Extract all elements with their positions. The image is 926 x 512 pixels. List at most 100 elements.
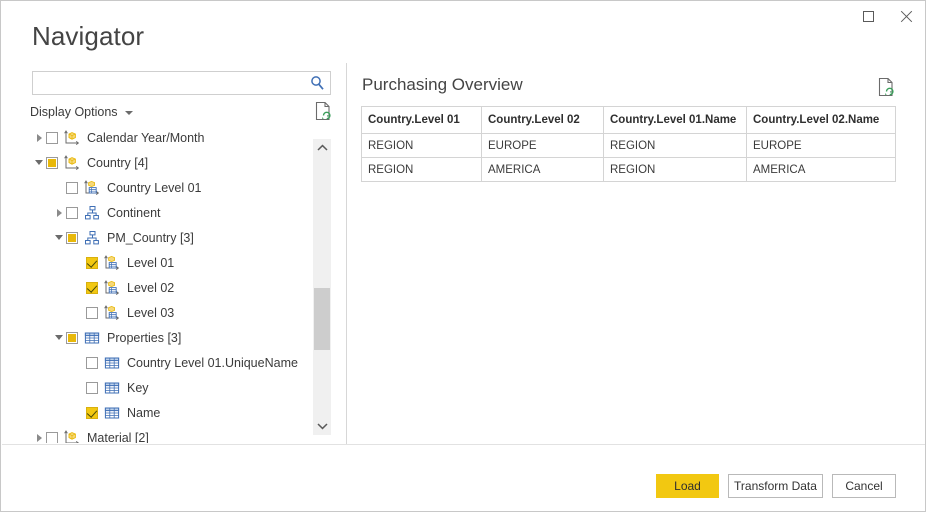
tree-item[interactable]: Calendar Year/Month bbox=[32, 125, 315, 150]
level-icon bbox=[104, 280, 120, 296]
level-icon bbox=[104, 305, 120, 321]
scroll-down-button[interactable] bbox=[313, 417, 331, 435]
tree-item-checkbox[interactable] bbox=[46, 157, 58, 169]
close-icon bbox=[900, 10, 913, 23]
page-title: Navigator bbox=[32, 21, 144, 52]
cube-icon bbox=[64, 130, 80, 146]
level-icon bbox=[104, 280, 120, 296]
tree-item-label: Properties [3] bbox=[107, 331, 181, 345]
tree-item-checkbox[interactable] bbox=[86, 307, 98, 319]
display-options-dropdown[interactable]: Display Options bbox=[30, 105, 133, 119]
scrollbar-thumb[interactable] bbox=[314, 288, 330, 350]
tree-item-checkbox[interactable] bbox=[86, 357, 98, 369]
table-cell: REGION bbox=[604, 158, 747, 182]
tree-item[interactable]: Level 02 bbox=[32, 275, 315, 300]
level-icon bbox=[104, 305, 120, 321]
tree-item-checkbox[interactable] bbox=[66, 332, 78, 344]
tree-scrollbar[interactable] bbox=[313, 139, 331, 435]
tree-item-checkbox[interactable] bbox=[86, 407, 98, 419]
expand-chevron-icon[interactable] bbox=[52, 200, 66, 225]
tree-item[interactable]: Name bbox=[32, 400, 315, 425]
tree-item-label: Continent bbox=[107, 206, 161, 220]
table-row: REGIONAMERICAREGIONAMERICA bbox=[362, 158, 896, 182]
tree-item[interactable]: Key bbox=[32, 375, 315, 400]
tree-item-label: Level 03 bbox=[127, 306, 174, 320]
expander-spacer bbox=[72, 250, 86, 275]
refresh-document-icon[interactable] bbox=[877, 77, 895, 97]
search-box[interactable] bbox=[32, 71, 331, 95]
grid-icon bbox=[104, 355, 120, 371]
maximize-button[interactable] bbox=[849, 1, 887, 31]
grid-icon bbox=[84, 330, 100, 346]
collapse-chevron-icon[interactable] bbox=[52, 225, 66, 250]
tree-item[interactable]: Continent bbox=[32, 200, 315, 225]
tree-item-checkbox[interactable] bbox=[86, 282, 98, 294]
tree-item-checkbox[interactable] bbox=[86, 382, 98, 394]
chevron-down-icon bbox=[125, 111, 133, 115]
scroll-up-button[interactable] bbox=[313, 139, 331, 157]
cube-icon bbox=[64, 155, 80, 171]
grid-icon bbox=[104, 380, 120, 396]
object-tree[interactable]: Calendar Year/MonthCountry [4] Country Le… bbox=[32, 125, 315, 443]
tree-item-checkbox[interactable] bbox=[86, 257, 98, 269]
tree-item-label: Country Level 01 bbox=[107, 181, 202, 195]
tree-item-checkbox[interactable] bbox=[66, 232, 78, 244]
tree-item[interactable]: Material [2] bbox=[32, 425, 315, 443]
grid-icon bbox=[104, 355, 120, 371]
navigator-dialog: Navigator Display Options Calendar Year/… bbox=[0, 0, 926, 512]
level-icon bbox=[84, 180, 100, 196]
collapse-chevron-icon[interactable] bbox=[52, 325, 66, 350]
tree-item[interactable]: Level 01 bbox=[32, 250, 315, 275]
table-column-header[interactable]: Country.Level 01.Name bbox=[604, 107, 747, 134]
table-cell: AMERICA bbox=[747, 158, 896, 182]
grid-icon bbox=[104, 380, 120, 396]
tree-item-checkbox[interactable] bbox=[46, 132, 58, 144]
expander-spacer bbox=[72, 375, 86, 400]
expand-chevron-icon[interactable] bbox=[32, 425, 46, 443]
table-column-header[interactable]: Country.Level 01 bbox=[362, 107, 482, 134]
tree-item[interactable]: PM_Country [3] bbox=[32, 225, 315, 250]
tree-item[interactable]: Country Level 01.UniqueName bbox=[32, 350, 315, 375]
tree-item-checkbox[interactable] bbox=[46, 432, 58, 444]
table-cell: REGION bbox=[362, 158, 482, 182]
tree-item-label: PM_Country [3] bbox=[107, 231, 194, 245]
tree-item-checkbox[interactable] bbox=[66, 182, 78, 194]
hierarchy-icon bbox=[84, 230, 100, 246]
table-cell: EUROPE bbox=[747, 134, 896, 158]
expander-spacer bbox=[72, 300, 86, 325]
transform-data-button[interactable]: Transform Data bbox=[728, 474, 823, 498]
close-button[interactable] bbox=[887, 1, 925, 31]
search-icon[interactable] bbox=[309, 75, 326, 92]
tree-item[interactable]: Level 03 bbox=[32, 300, 315, 325]
cube-icon bbox=[64, 155, 80, 171]
cube-icon bbox=[64, 430, 80, 444]
search-input[interactable] bbox=[33, 72, 305, 94]
panel-divider-vertical bbox=[346, 63, 347, 444]
collapse-chevron-icon[interactable] bbox=[32, 150, 46, 175]
table-cell: EUROPE bbox=[482, 134, 604, 158]
cancel-button[interactable]: Cancel bbox=[832, 474, 896, 498]
hierarchy-icon bbox=[84, 205, 100, 221]
expander-spacer bbox=[52, 175, 66, 200]
tree-item[interactable]: Country [4] bbox=[32, 150, 315, 175]
display-options-label: Display Options bbox=[30, 105, 118, 119]
tree-item-checkbox[interactable] bbox=[66, 207, 78, 219]
cube-icon bbox=[64, 430, 80, 444]
table-column-header[interactable]: Country.Level 02 bbox=[482, 107, 604, 134]
grid-icon bbox=[104, 405, 120, 421]
expander-spacer bbox=[72, 275, 86, 300]
table-column-header[interactable]: Country.Level 02.Name bbox=[747, 107, 896, 134]
tree-item[interactable]: Properties [3] bbox=[32, 325, 315, 350]
footer-divider bbox=[2, 444, 925, 445]
tree-item-label: Material [2] bbox=[87, 431, 149, 444]
level-icon bbox=[104, 255, 120, 271]
table-body: REGIONEUROPEREGIONEUROPEREGIONAMERICAREG… bbox=[362, 134, 896, 182]
refresh-document-icon[interactable] bbox=[314, 101, 332, 121]
level-icon bbox=[104, 255, 120, 271]
tree-item-label: Key bbox=[127, 381, 149, 395]
expand-chevron-icon[interactable] bbox=[32, 125, 46, 150]
table-header-row: Country.Level 01Country.Level 02Country.… bbox=[362, 107, 896, 134]
tree-item[interactable]: Country Level 01 bbox=[32, 175, 315, 200]
maximize-icon bbox=[863, 11, 874, 22]
load-button[interactable]: Load bbox=[656, 474, 719, 498]
